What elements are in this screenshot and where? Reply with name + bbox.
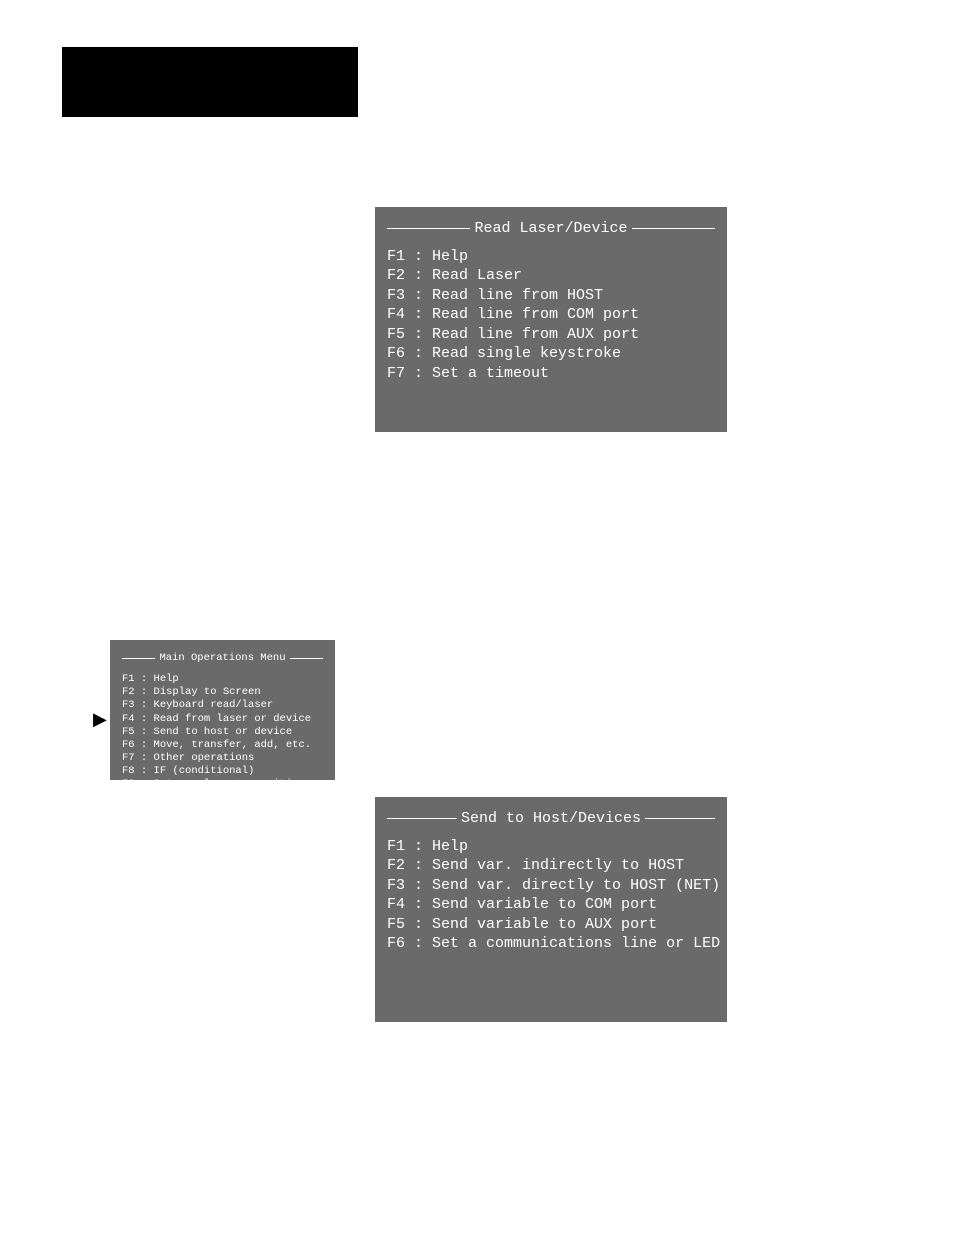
menu-title-row: Read Laser/Device <box>387 219 715 239</box>
menu-key: F5 <box>387 326 405 343</box>
menu-key: F2 <box>122 686 141 698</box>
menu-key: F2 <box>387 857 405 874</box>
menu-key: F1 <box>387 838 405 855</box>
menu-key: F7 <box>387 365 405 382</box>
menu-key: F4 <box>387 306 405 323</box>
menu-label: Read line from HOST <box>432 287 603 304</box>
rule-left <box>387 228 470 229</box>
menu-label: File (new,load,save,generate) <box>154 791 337 803</box>
menu-label: Read line from COM port <box>432 306 639 323</box>
menu-label: IF (conditional) <box>154 765 255 777</box>
menu-item[interactable]: F3 : Read line from HOST <box>387 286 715 306</box>
menu-item[interactable]: F2 : Display to Screen <box>122 686 323 699</box>
rule-right <box>290 658 323 659</box>
menu-key: F8 <box>122 765 141 777</box>
menu-item[interactable]: F2 : Read Laser <box>387 266 715 286</box>
menu-key: F5 <box>387 916 405 933</box>
menu-item[interactable]: F6 : Move, transfer, add, etc. <box>122 739 323 752</box>
menu-key: F3 <box>122 699 141 711</box>
header-black-box <box>62 47 358 117</box>
menu-key: F6 <box>387 345 405 362</box>
menu-label: Help <box>432 248 468 265</box>
menu-item[interactable]: F5 : Send to host or device <box>122 726 323 739</box>
menu-key: F10 <box>122 791 141 803</box>
menu-key: F6 <box>387 935 405 952</box>
menu-item[interactable]: F5 : Send variable to AUX port <box>387 915 715 935</box>
rule-right <box>632 228 715 229</box>
menu-item[interactable]: F6 : Set a communications line or LED <box>387 934 715 954</box>
menu-item[interactable]: F7 : Set a timeout <box>387 364 715 384</box>
menu-key: F3 <box>387 287 405 304</box>
menu-item[interactable]: F1 : Help <box>122 673 323 686</box>
rule-left <box>387 818 457 819</box>
menu-key: F6 <box>122 739 141 751</box>
menu-label: Read line from AUX port <box>432 326 639 343</box>
menu-item[interactable]: F3 : Keyboard read/laser <box>122 699 323 712</box>
menu-item[interactable]: F6 : Read single keystroke <box>387 344 715 364</box>
menu-item[interactable]: F3 : Send var. directly to HOST (NET) <box>387 876 715 896</box>
menu-label: Help <box>154 673 179 685</box>
menu-key: F3 <box>387 877 405 894</box>
menu-label: Move, transfer, add, etc. <box>154 739 312 751</box>
menu-label: Send variable to AUX port <box>432 916 657 933</box>
menu-label: Set a communications line or LED <box>432 935 720 952</box>
menu-key: F1 <box>122 673 141 685</box>
menu-label: Read Laser <box>432 267 522 284</box>
menu-label: Send var. indirectly to HOST <box>432 857 684 874</box>
main-operations-menu: Main Operations Menu F1 : Help F2 : Disp… <box>110 640 335 780</box>
rule-right <box>645 818 715 819</box>
menu-label: Keyboard read/laser <box>154 699 274 711</box>
menu-item[interactable]: F8 : IF (conditional) <box>122 765 323 778</box>
menu-key: F9 <box>122 778 141 790</box>
menu-item[interactable]: F2 : Send var. indirectly to HOST <box>387 856 715 876</box>
menu-item[interactable]: F9 : Goto or loop to position <box>122 778 323 791</box>
menu-label: Send to host or device <box>154 726 293 738</box>
menu-item[interactable]: F4 : Read line from COM port <box>387 305 715 325</box>
read-laser-device-menu: Read Laser/Device F1 : Help F2 : Read La… <box>375 207 727 432</box>
menu-label: Goto or loop to position <box>154 778 305 790</box>
menu-label: Set a timeout <box>432 365 549 382</box>
menu-title-row: Main Operations Menu <box>122 652 323 665</box>
menu-label: Send var. directly to HOST (NET) <box>432 877 720 894</box>
menu-item[interactable]: F4 : Send variable to COM port <box>387 895 715 915</box>
menu-item[interactable]: F1 : Help <box>387 837 715 857</box>
menu-item[interactable]: F4 : Read from laser or device <box>122 713 323 726</box>
menu-key: F1 <box>387 248 405 265</box>
menu-label: Send variable to COM port <box>432 896 657 913</box>
menu-label: Help <box>432 838 468 855</box>
menu-label: Other operations <box>154 752 255 764</box>
menu-label: Display to Screen <box>154 686 261 698</box>
menu-item[interactable]: F7 : Other operations <box>122 752 323 765</box>
menu-title: Send to Host/Devices <box>461 809 641 829</box>
rule-left <box>122 658 155 659</box>
menu-key: F4 <box>122 713 141 725</box>
menu-title: Read Laser/Device <box>474 219 627 239</box>
menu-title: Main Operations Menu <box>159 652 285 665</box>
menu-title-row: Send to Host/Devices <box>387 809 715 829</box>
menu-key: F7 <box>122 752 141 764</box>
menu-label: Read from laser or device <box>154 713 312 725</box>
menu-item[interactable]: F5 : Read line from AUX port <box>387 325 715 345</box>
selection-pointer-icon: ▶ <box>93 709 107 730</box>
menu-label: Read single keystroke <box>432 345 621 362</box>
menu-item[interactable]: F1 : Help <box>387 247 715 267</box>
send-to-host-devices-menu: Send to Host/Devices F1 : Help F2 : Send… <box>375 797 727 1022</box>
menu-key: F2 <box>387 267 405 284</box>
menu-item[interactable]: F10: File (new,load,save,generate) <box>122 791 323 804</box>
menu-key: F5 <box>122 726 141 738</box>
menu-key: F4 <box>387 896 405 913</box>
